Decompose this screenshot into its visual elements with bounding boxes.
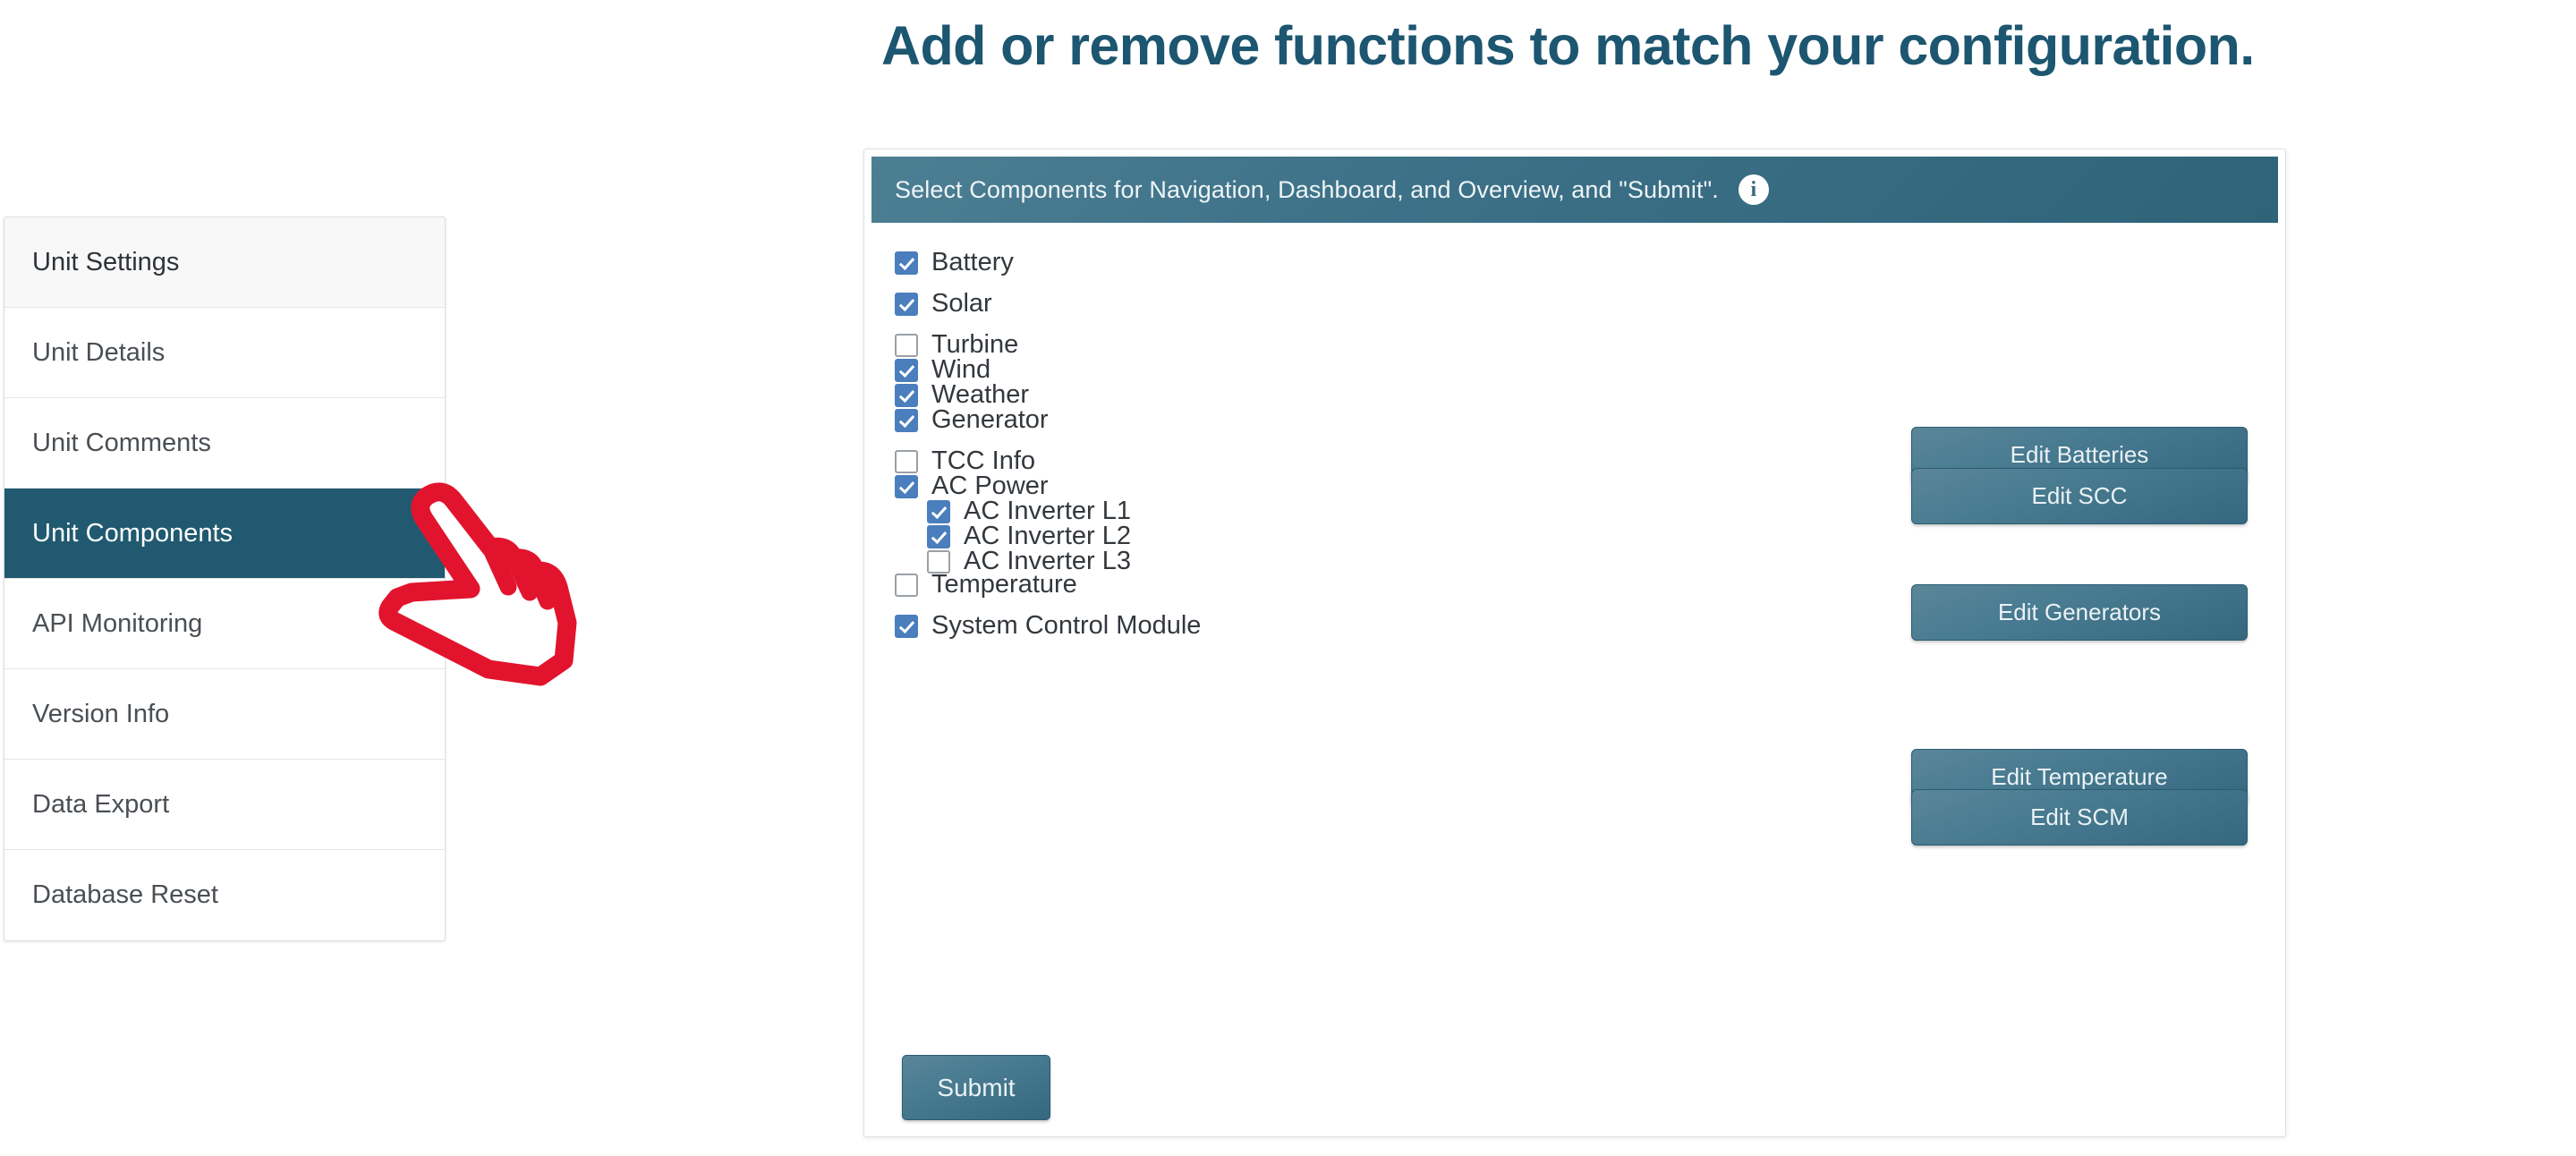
component-option-label: Solar bbox=[931, 289, 992, 318]
sidebar-item-data-export[interactable]: Data Export bbox=[4, 760, 445, 850]
component-option-row[interactable]: Temperature bbox=[895, 570, 1077, 599]
sidebar-item-label: Unit Details bbox=[32, 338, 166, 367]
component-option-row[interactable]: System Control Module bbox=[895, 611, 1201, 641]
panel-header: Select Components for Navigation, Dashbo… bbox=[871, 157, 2278, 223]
checkbox-checked-icon[interactable] bbox=[895, 383, 918, 407]
sidebar-item-unit-details[interactable]: Unit Details bbox=[4, 308, 445, 398]
checkbox-unchecked-icon[interactable] bbox=[895, 573, 918, 597]
unit-components-panel: Select Components for Navigation, Dashbo… bbox=[863, 149, 2286, 1137]
checkbox-unchecked-icon[interactable] bbox=[895, 333, 918, 357]
checkbox-checked-icon[interactable] bbox=[895, 614, 918, 638]
edit-button[interactable]: Edit SCC bbox=[1911, 468, 2248, 524]
component-option-row[interactable]: Battery bbox=[895, 248, 1014, 277]
sidebar-item-unit-comments[interactable]: Unit Comments bbox=[4, 398, 445, 489]
component-option-row[interactable]: Solar bbox=[895, 289, 992, 319]
sidebar-item-label: Data Export bbox=[32, 790, 170, 819]
sidebar-item-api-monitoring[interactable]: API Monitoring bbox=[4, 579, 445, 669]
edit-button[interactable]: Edit SCM bbox=[1911, 789, 2248, 846]
component-option-label: Generator bbox=[931, 405, 1049, 434]
checkbox-checked-icon[interactable] bbox=[895, 292, 918, 316]
sidebar-item-label: Unit Comments bbox=[32, 429, 211, 457]
edit-button[interactable]: Edit Generators bbox=[1911, 584, 2248, 641]
sidebar-item-label: Version Info bbox=[32, 700, 170, 728]
checkbox-checked-icon[interactable] bbox=[927, 524, 950, 548]
sidebar-item-label: Database Reset bbox=[32, 880, 218, 909]
sidebar-item-database-reset[interactable]: Database Reset bbox=[4, 850, 445, 940]
panel-header-label: Select Components for Navigation, Dashbo… bbox=[895, 175, 1719, 203]
sidebar-item-label: Unit Settings bbox=[32, 248, 180, 276]
checkbox-checked-icon[interactable] bbox=[927, 499, 950, 523]
checkbox-checked-icon[interactable] bbox=[895, 358, 918, 382]
component-option-label: Temperature bbox=[931, 570, 1077, 599]
checkbox-checked-icon[interactable] bbox=[895, 408, 918, 432]
component-option-label: System Control Module bbox=[931, 611, 1202, 640]
sidebar-item-label: Unit Components bbox=[32, 519, 234, 548]
component-option-label: Battery bbox=[931, 248, 1014, 276]
checkbox-checked-icon[interactable] bbox=[895, 251, 918, 275]
submit-button[interactable]: Submit bbox=[902, 1055, 1050, 1120]
settings-sidebar: Unit Settings Unit Details Unit Comments… bbox=[4, 217, 446, 941]
sidebar-item-unit-settings[interactable]: Unit Settings bbox=[4, 217, 445, 308]
page-title: Add or remove functions to match your co… bbox=[881, 15, 2255, 76]
info-icon[interactable]: i bbox=[1738, 174, 1769, 205]
sidebar-item-unit-components[interactable]: Unit Components bbox=[4, 489, 445, 579]
component-option-row[interactable]: Generator bbox=[895, 405, 1049, 435]
sidebar-item-label: API Monitoring bbox=[32, 609, 203, 638]
checkbox-checked-icon[interactable] bbox=[895, 474, 918, 498]
checkbox-unchecked-icon[interactable] bbox=[895, 449, 918, 473]
sidebar-item-version-info[interactable]: Version Info bbox=[4, 669, 445, 760]
